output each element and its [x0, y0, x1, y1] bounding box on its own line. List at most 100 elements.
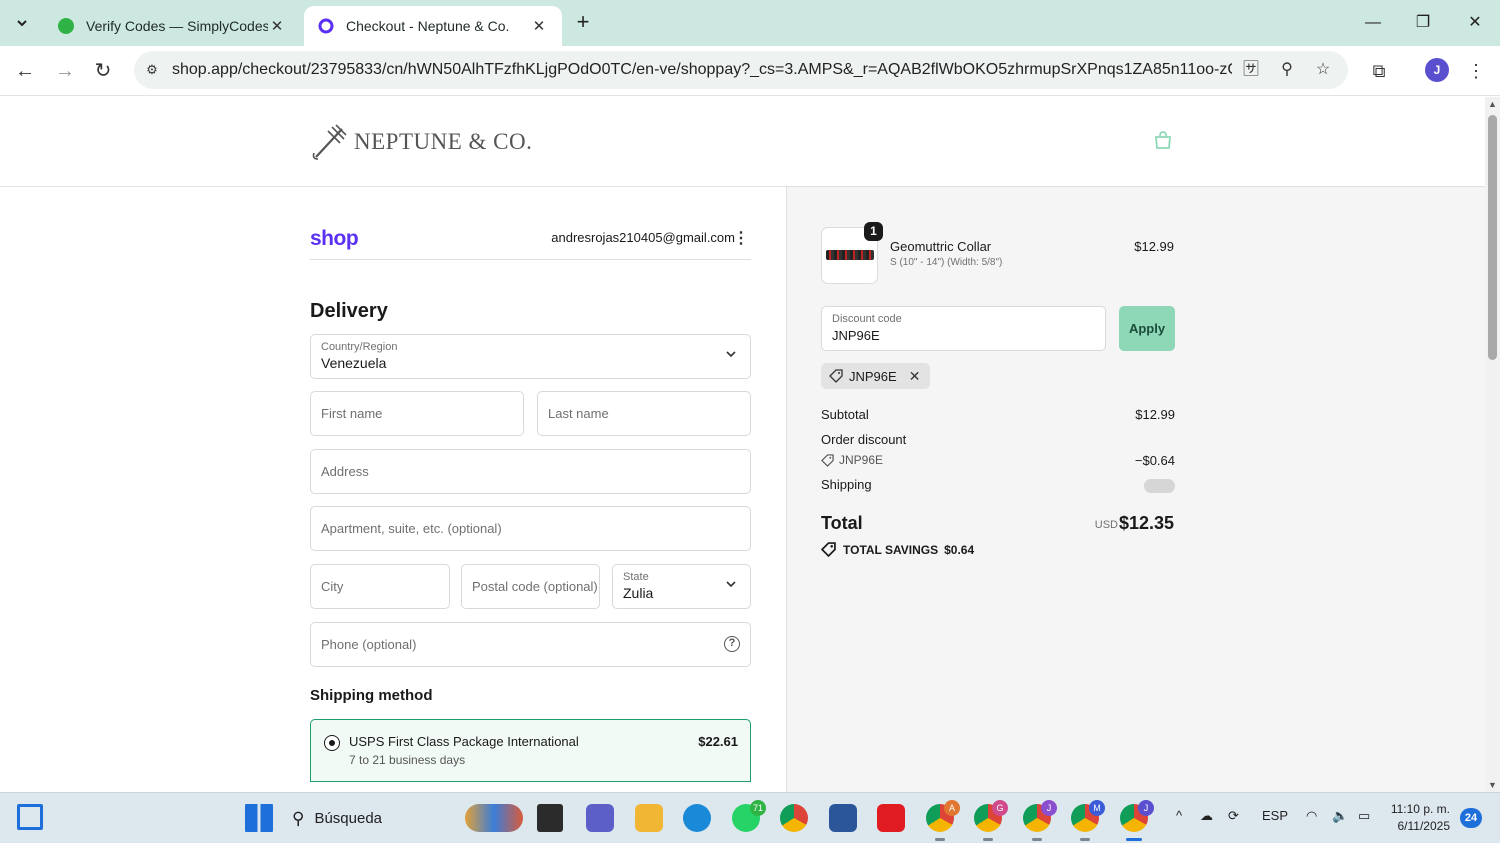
tag-icon	[821, 453, 834, 467]
task-view-icon[interactable]	[537, 804, 563, 832]
reload-button[interactable]: ↻	[90, 58, 116, 84]
last-name-field[interactable]: Last name	[537, 391, 751, 436]
remove-discount-icon[interactable]: ✕	[909, 368, 921, 385]
trident-logo-icon	[312, 124, 347, 160]
total-savings: TOTAL SAVINGS $0.64	[821, 542, 974, 557]
forward-button[interactable]: →	[52, 58, 78, 84]
close-window-button[interactable]: ✕	[1452, 8, 1498, 38]
first-name-field[interactable]: First name	[310, 391, 524, 436]
help-icon[interactable]: ?	[724, 636, 740, 652]
extensions-icon[interactable]: ⧉	[1366, 58, 1392, 84]
country-select[interactable]: Country/Region Venezuela	[310, 334, 751, 379]
show-hidden-icons-icon[interactable]: ^	[1176, 808, 1182, 823]
phone-field[interactable]: Phone (optional) ?	[310, 622, 751, 667]
translate-icon[interactable]: 🈂	[1240, 59, 1262, 81]
postal-code-field[interactable]: Postal code (optional)	[461, 564, 600, 609]
store-logo[interactable]: NEPTUNE & CO.	[310, 123, 532, 161]
scroll-up-icon[interactable]: ▲	[1488, 99, 1497, 109]
new-tab-button[interactable]: +	[570, 10, 596, 36]
address-field[interactable]: Address	[310, 449, 751, 494]
word-icon[interactable]	[829, 804, 857, 832]
shop-account-row: shop andresrojas210405@gmail.com ⋮	[310, 227, 751, 260]
product-variant: S (10" - 14") (Width: 5/8")	[890, 257, 1003, 268]
minimize-button[interactable]: —	[1350, 8, 1396, 38]
restore-button[interactable]: ❐	[1400, 8, 1446, 38]
whatsapp-icon[interactable]: 71	[732, 800, 766, 832]
shipping-method-heading: Shipping method	[310, 687, 433, 704]
quantity-badge: 1	[864, 222, 883, 241]
simplycodes-favicon-icon	[58, 18, 74, 34]
city-field[interactable]: City	[310, 564, 450, 609]
discount-code-input[interactable]: Discount code JNP96E	[821, 306, 1106, 351]
windows-start-icon[interactable]	[245, 804, 273, 832]
back-button[interactable]: ←	[12, 58, 38, 84]
state-select[interactable]: State Zulia	[612, 564, 751, 609]
tab-title: Checkout - Neptune & Co.	[346, 18, 510, 34]
onedrive-icon[interactable]: ☁	[1200, 808, 1213, 824]
country-value: Venezuela	[321, 355, 387, 371]
checkout-page: NEPTUNE & CO. shop andresrojas210405@gma…	[0, 97, 1485, 792]
shopping-bag-icon[interactable]	[1152, 129, 1174, 151]
address-bar[interactable]: ⚙ shop.app/checkout/23795833/cn/hWN50Alh…	[134, 51, 1348, 89]
system-clock[interactable]: 11:10 p. m. 6/11/2025	[1388, 801, 1450, 835]
chrome-profile-j-icon[interactable]: J	[1023, 800, 1057, 841]
language-indicator[interactable]: ESP	[1262, 808, 1288, 823]
wps-icon[interactable]	[877, 804, 905, 832]
chrome-profile-m-icon[interactable]: M	[1071, 800, 1105, 841]
tab-strip: Verify Codes — SimplyCodes ✕ Checkout - …	[0, 0, 1500, 46]
running-indicator	[983, 838, 993, 841]
sync-icon[interactable]: ⟳	[1228, 808, 1239, 824]
scroll-down-icon[interactable]: ▼	[1488, 780, 1497, 790]
url-text[interactable]: shop.app/checkout/23795833/cn/hWN50AlhTF…	[172, 61, 1232, 79]
search-highlight-icon[interactable]	[465, 804, 523, 832]
volume-icon[interactable]: 🔈	[1332, 808, 1348, 824]
running-indicator	[1032, 838, 1042, 841]
profile-badge: J	[1041, 800, 1057, 816]
tab-close-icon[interactable]: ✕	[268, 17, 286, 35]
shipping-loading-placeholder	[1144, 479, 1175, 493]
site-info-icon[interactable]: ⚙	[142, 60, 162, 80]
battery-icon[interactable]: ▭	[1358, 808, 1370, 824]
chrome-icon[interactable]	[780, 804, 808, 832]
tab-close-icon[interactable]: ✕	[530, 17, 548, 35]
file-explorer-icon[interactable]	[635, 804, 663, 832]
order-discount-label: Order discount	[821, 432, 907, 447]
chrome-profile-g-icon[interactable]: G	[974, 800, 1008, 841]
discount-code-label: Discount code	[832, 313, 902, 325]
order-discount-code-tag: JNP96E	[821, 453, 1175, 467]
subtotal-label: Subtotal	[821, 407, 869, 422]
profile-badge: A	[944, 800, 960, 816]
profile-avatar[interactable]: J	[1425, 58, 1449, 82]
browser-menu-icon[interactable]: ⋮	[1463, 58, 1489, 84]
apply-button[interactable]: Apply	[1119, 306, 1175, 351]
order-discount-value: −$0.64	[1134, 453, 1175, 468]
apartment-field[interactable]: Apartment, suite, etc. (optional)	[310, 506, 751, 551]
chrome-profile-a-icon[interactable]: A	[926, 800, 960, 841]
account-menu-icon[interactable]: ⋮	[733, 228, 749, 248]
shipping-radio[interactable]	[324, 735, 340, 751]
widgets-icon[interactable]	[17, 804, 43, 830]
chrome-profile-j2-icon[interactable]: J	[1120, 800, 1154, 841]
profile-badge: M	[1089, 800, 1105, 816]
notification-badge[interactable]: 24	[1460, 808, 1482, 828]
total-savings-value: $0.64	[944, 542, 975, 557]
zoom-icon[interactable]: ⚲	[1276, 59, 1298, 81]
subtotal-row: Subtotal $12.99	[821, 407, 1175, 422]
phone-placeholder: Phone (optional)	[321, 637, 417, 652]
bookmark-star-icon[interactable]: ☆	[1312, 59, 1334, 81]
postal-code-placeholder: Postal code (optional)	[472, 579, 598, 594]
total-savings-label: TOTAL SAVINGS	[843, 542, 939, 557]
shipping-row: Shipping	[821, 477, 1175, 493]
tag-icon	[829, 369, 843, 383]
teams-icon[interactable]	[586, 804, 614, 832]
edge-icon[interactable]	[683, 804, 711, 832]
page-scrollbar[interactable]: ▲ ▼	[1485, 97, 1500, 792]
scrollbar-thumb[interactable]	[1488, 115, 1497, 360]
tab-simplycodes[interactable]: Verify Codes — SimplyCodes ✕	[44, 6, 300, 46]
chevron-down-icon	[726, 581, 736, 588]
tab-checkout[interactable]: Checkout - Neptune & Co. ✕	[304, 6, 562, 46]
profile-badge: G	[992, 800, 1008, 816]
shipping-option-usps[interactable]: USPS First Class Package International 7…	[310, 719, 751, 782]
wifi-icon[interactable]: ◠	[1306, 808, 1317, 824]
tab-search-button[interactable]	[8, 9, 36, 37]
